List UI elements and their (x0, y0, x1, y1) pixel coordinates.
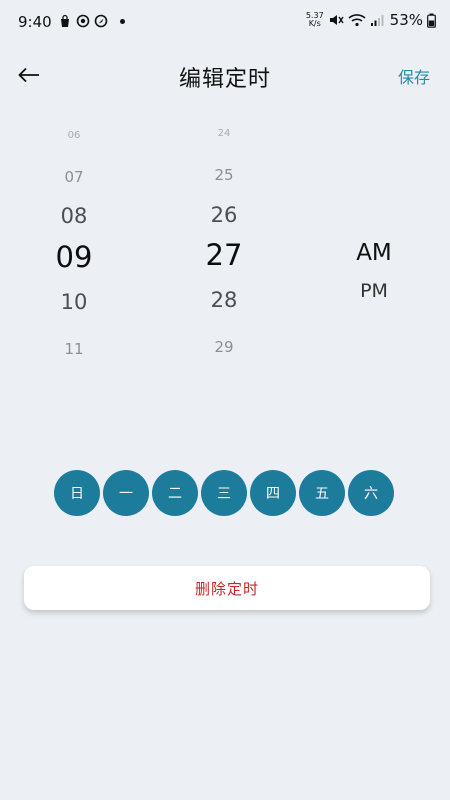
weekday-tuesday[interactable]: 二 (152, 470, 198, 516)
status-time: 9:40 (18, 13, 52, 31)
minute-option[interactable]: 24 (174, 128, 274, 139)
compass-app-icon (94, 14, 108, 28)
hour-option[interactable]: 10 (24, 290, 124, 314)
system-status-icons: 5.37 K/s 53% (306, 11, 436, 29)
network-speed-unit: K/s (308, 19, 321, 28)
minute-option[interactable]: 28 (174, 288, 274, 312)
status-bar: 9:40 5.37 K/s 53% (0, 0, 450, 46)
hour-option[interactable]: 11 (24, 340, 124, 358)
edit-timer-screen: 9:40 5.37 K/s 53% 编辑定时 保存 06 07 08 09 10… (0, 0, 450, 800)
minute-option[interactable]: 25 (174, 166, 274, 184)
app-header: 编辑定时 保存 (0, 50, 450, 100)
notification-icons (58, 14, 125, 28)
minute-option[interactable]: 26 (174, 203, 274, 227)
hour-option[interactable]: 06 (24, 130, 124, 141)
more-notifications-dot (120, 18, 125, 24)
am-option-selected[interactable]: AM (324, 240, 424, 266)
hour-option[interactable]: 07 (24, 168, 124, 186)
weekday-thursday[interactable]: 四 (250, 470, 296, 516)
weekday-friday[interactable]: 五 (299, 470, 345, 516)
weekday-selector: 日 一 二 三 四 五 六 (54, 470, 394, 516)
shopping-bag-icon (61, 14, 69, 27)
minute-option[interactable]: 29 (174, 338, 274, 356)
weekday-wednesday[interactable]: 三 (201, 470, 247, 516)
page-title: 编辑定时 (178, 67, 271, 92)
network-speed: 5.37 K/s (306, 12, 324, 28)
mute-icon (329, 15, 344, 25)
weekday-sunday[interactable]: 日 (54, 470, 100, 516)
hour-option[interactable]: 08 (24, 204, 124, 228)
pm-option[interactable]: PM (324, 280, 424, 302)
minute-option-selected[interactable]: 27 (174, 238, 274, 272)
battery-percent: 53% (389, 11, 423, 29)
battery-icon (427, 13, 436, 28)
hour-option-selected[interactable]: 09 (24, 240, 124, 274)
app-notification-icon (76, 14, 90, 28)
cellular-signal-icon (370, 15, 384, 26)
weekday-monday[interactable]: 一 (103, 470, 149, 516)
wifi-icon (348, 14, 366, 27)
delete-timer-button[interactable]: 删除定时 (24, 566, 430, 610)
save-button[interactable]: 保存 (398, 64, 430, 88)
weekday-saturday[interactable]: 六 (348, 470, 394, 516)
